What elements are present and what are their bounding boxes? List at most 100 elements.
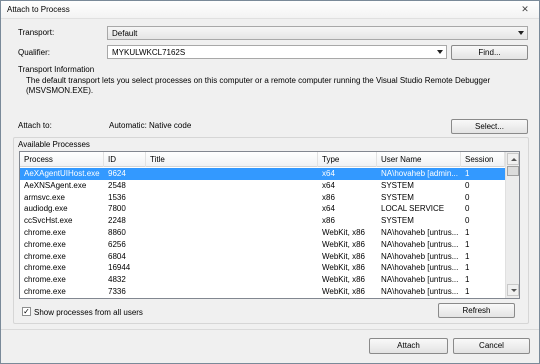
dialog-title: Attach to Process [7,5,70,14]
process-row[interactable]: AeXNSAgent.exe 2548 x64 SYSTEM 0 [20,180,505,192]
transport-dropdown[interactable]: Default [107,26,528,40]
cell-id: 16944 [108,263,131,273]
column-header-type[interactable]: Type [318,152,377,167]
cell-type: x86 [322,216,335,226]
cell-process: chrome.exe [24,275,66,285]
cell-session: 1 [465,275,470,285]
cell-session: 0 [465,192,470,202]
cell-title [146,239,318,251]
arrow-up-icon [511,158,517,161]
cell-session: 1 [465,239,470,249]
cell-id: 2548 [108,180,126,190]
qualifier-value: MYKULWKCL7162S [112,48,186,57]
cell-type: WebKit, x86 [322,263,365,273]
cancel-button[interactable]: Cancel [453,338,530,354]
refresh-button[interactable]: Refresh [438,303,515,318]
cell-type: x64 [322,180,335,190]
cell-id: 1536 [108,192,126,202]
attach-to-label: Attach to: [18,121,52,130]
process-rows: AeXAgentUIHost.exe 9624 x64 NA\hovaheb [adm… [20,168,505,298]
cell-id: 4832 [108,275,126,285]
process-row[interactable]: audiodg.exe 7800 x64 LOCAL SERVICE 0 [20,203,505,215]
cell-type: WebKit, x86 [322,227,365,237]
process-row[interactable]: chrome.exe 8860 WebKit, x86 NA\hovaheb [unt… [20,227,505,239]
attach-to-value: Automatic: Native code [109,121,192,130]
transport-label: Transport: [18,28,55,37]
cell-type: x64 [322,169,335,178]
cell-user-name: SYSTEM [381,192,414,202]
cell-title [146,180,318,192]
cell-id: 6804 [108,251,126,261]
show-all-users-label[interactable]: Show processes from all users [34,308,143,317]
cell-user-name: NA\hovaheb [admin... [381,169,458,178]
cell-session: 1 [465,263,470,273]
attach-button[interactable]: Attach [369,338,448,354]
process-row[interactable]: chrome.exe 6804 WebKit, x86 NA\hovaheb [unt… [20,251,505,263]
cell-session: 1 [465,251,470,261]
chevron-down-icon[interactable] [437,50,443,54]
scroll-down-button[interactable] [507,284,519,296]
cell-user-name: NA\hovaheb [untrus... [381,251,459,261]
qualifier-label: Qualifier: [18,48,51,57]
process-list[interactable]: Process ID Title Type User Name Session … [19,151,520,299]
cell-process: chrome.exe [24,263,66,273]
process-row[interactable]: chrome.exe 7336 WebKit, x86 NA\hovaheb [unt… [20,286,505,298]
cell-title [146,251,318,263]
transport-info-line1: The default transport lets you select pr… [26,76,491,85]
cell-id: 7800 [108,204,126,214]
cell-process: ccSvcHst.exe [24,216,73,226]
show-all-users-checkbox[interactable]: ✓ [22,307,31,316]
transport-info-line2: (MSVSMON.EXE). [26,86,94,95]
vertical-scrollbar[interactable] [505,152,519,298]
cell-user-name: LOCAL SERVICE [381,204,445,214]
process-row[interactable]: armsvc.exe 1536 x86 SYSTEM 0 [20,192,505,204]
cell-id: 9624 [108,169,126,178]
qualifier-combobox[interactable]: MYKULWKCL7162S [107,45,447,59]
column-header-id[interactable]: ID [104,152,146,167]
arrow-down-icon [511,289,517,292]
chevron-down-icon [518,31,524,35]
cell-title [146,203,318,215]
cell-title [146,168,318,180]
cell-user-name: NA\hovaheb [untrus... [381,227,459,237]
process-list-header: Process ID Title Type User Name Session [20,152,505,167]
title-bar[interactable]: Attach to Process ✕ [1,1,539,19]
cell-session: 0 [465,180,470,190]
find-button[interactable]: Find... [451,45,528,60]
process-row[interactable]: chrome.exe 4832 WebKit, x86 NA\hovaheb [unt… [20,274,505,286]
attach-to-process-dialog: Attach to Process ✕ Transport: Default Q… [0,0,540,364]
cell-title [146,262,318,274]
process-row[interactable]: ccSvcHst.exe 2248 x86 SYSTEM 0 [20,215,505,227]
close-icon[interactable]: ✕ [518,3,532,15]
cell-session: 1 [465,286,470,296]
cell-type: WebKit, x86 [322,251,365,261]
cell-process: chrome.exe [24,227,66,237]
cell-process: armsvc.exe [24,192,65,202]
cell-session: 1 [465,169,470,178]
scroll-thumb[interactable] [507,166,519,176]
column-header-title[interactable]: Title [146,152,318,167]
transport-value: Default [112,29,138,38]
column-header-user-name[interactable]: User Name [377,152,461,167]
column-header-session[interactable]: Session [461,152,505,167]
cell-user-name: NA\hovaheb [untrus... [381,275,459,285]
process-row[interactable]: chrome.exe 16944 WebKit, x86 NA\hovaheb [un… [20,262,505,274]
scroll-up-button[interactable] [507,153,519,165]
cell-type: WebKit, x86 [322,275,365,285]
column-header-process[interactable]: Process [20,152,104,167]
process-row[interactable]: AeXAgentUIHost.exe 9624 x64 NA\hovaheb [adm… [20,168,505,180]
cell-user-name: SYSTEM [381,180,414,190]
cell-id: 6256 [108,239,126,249]
cell-id: 8860 [108,227,126,237]
cell-type: WebKit, x86 [322,286,365,296]
cell-session: 0 [465,204,470,214]
cell-type: x86 [322,192,335,202]
cell-user-name: NA\hovaheb [untrus... [381,263,459,273]
select-code-type-button[interactable]: Select... [451,119,528,134]
cell-title [146,227,318,239]
process-row[interactable]: chrome.exe 6256 WebKit, x86 NA\hovaheb [unt… [20,239,505,251]
cell-process: chrome.exe [24,251,66,261]
cell-session: 1 [465,227,470,237]
footer-divider [1,329,539,330]
available-processes-heading: Available Processes [18,140,90,149]
